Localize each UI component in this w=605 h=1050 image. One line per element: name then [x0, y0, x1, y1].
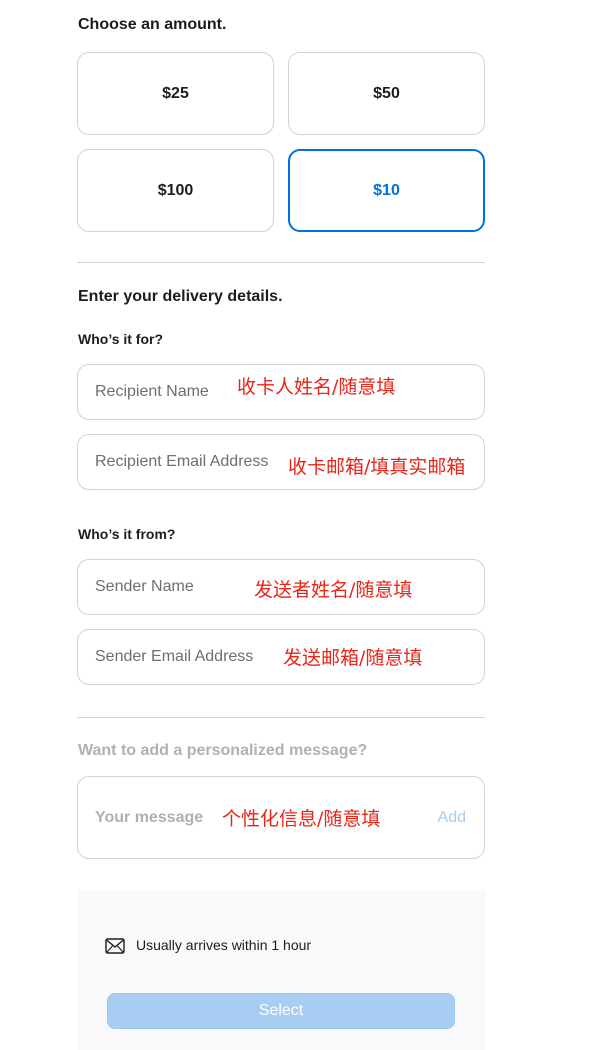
message-heading: Want to add a personalized message? — [78, 742, 368, 759]
message-annotation: 个性化信息/随意填 — [222, 808, 381, 830]
section-divider — [77, 262, 485, 263]
amount-option-10[interactable]: $10 — [288, 149, 485, 232]
sender-email-field[interactable]: Sender Email Address — [77, 629, 485, 685]
recipient-name-annotation: 收卡人姓名/随意填 — [237, 376, 396, 398]
amount-option-100[interactable]: $100 — [77, 149, 274, 232]
message-placeholder: Your message — [95, 808, 204, 826]
sender-heading: Who’s it from? — [78, 526, 176, 542]
section-divider — [77, 717, 485, 718]
add-message-button[interactable]: Add — [438, 809, 466, 827]
envelope-icon — [105, 938, 125, 954]
select-button[interactable]: Select — [107, 993, 455, 1029]
recipient-name-placeholder: Recipient Name — [95, 383, 209, 400]
recipient-email-placeholder: Recipient Email Address — [95, 453, 269, 470]
amount-option-25[interactable]: $25 — [77, 52, 274, 135]
recipient-email-annotation: 收卡邮箱/填真实邮箱 — [288, 456, 466, 478]
sender-email-placeholder: Sender Email Address — [95, 648, 254, 665]
amount-heading: Choose an amount. — [78, 16, 227, 33]
sender-name-placeholder: Sender Name — [95, 578, 194, 595]
delivery-info-box: Usually arrives within 1 hour Select — [77, 890, 485, 1050]
sender-email-annotation: 发送邮箱/随意填 — [283, 647, 423, 669]
delivery-time-text: Usually arrives within 1 hour — [136, 937, 312, 953]
delivery-heading: Enter your delivery details. — [78, 288, 283, 305]
amount-option-50[interactable]: $50 — [288, 52, 485, 135]
recipient-heading: Who’s it for? — [78, 331, 164, 347]
sender-name-annotation: 发送者姓名/随意填 — [254, 579, 413, 601]
